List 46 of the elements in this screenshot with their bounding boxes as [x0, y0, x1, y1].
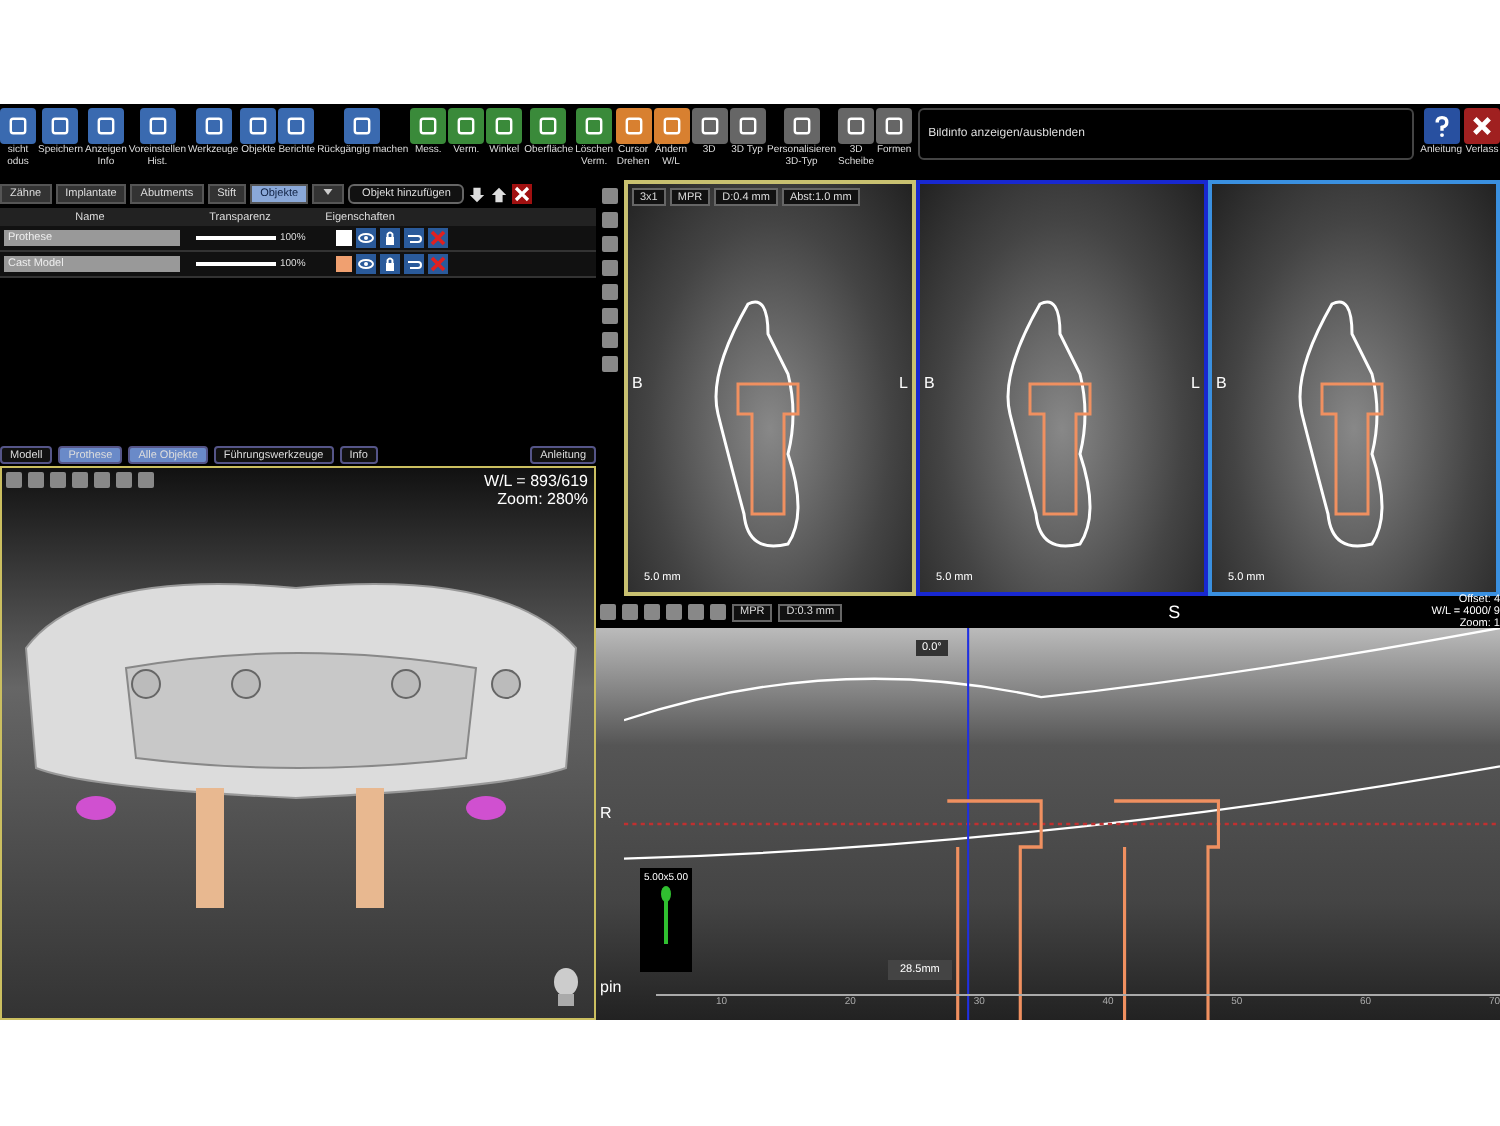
- arrow-down-icon[interactable]: [468, 185, 487, 203]
- tool-icon: [882, 114, 907, 138]
- dropdown-button[interactable]: [312, 184, 345, 204]
- orientation-label: B: [924, 374, 935, 392]
- head-orientation-icon[interactable]: [550, 966, 582, 1006]
- pin-icon: [660, 884, 672, 944]
- window-level-text: W/L = 893/619: [484, 472, 588, 490]
- eye-icon[interactable]: [356, 254, 376, 274]
- orientation-label: B: [1216, 374, 1227, 392]
- undo-icon[interactable]: [404, 228, 424, 248]
- tool-icon: [621, 114, 646, 138]
- undo-icon[interactable]: [404, 254, 424, 274]
- arrow-up-icon[interactable]: [490, 185, 509, 203]
- orientation-label: R: [600, 804, 612, 822]
- 3d-view[interactable]: W/L = 893/619 Zoom: 280%: [0, 466, 596, 1020]
- zoom-text: Zoom: 280%: [497, 490, 588, 508]
- tool-icon: [93, 114, 118, 138]
- tool-icon: [536, 114, 561, 138]
- tool-icon: [844, 114, 869, 138]
- tool-icon: [284, 114, 309, 138]
- orientation-label: L: [1191, 374, 1200, 392]
- tool-icon: [416, 114, 441, 138]
- lock-icon[interactable]: [380, 228, 400, 248]
- tool-icon: [350, 114, 375, 138]
- orientation-label: S: [1168, 602, 1181, 622]
- lock-icon[interactable]: [380, 254, 400, 274]
- tool-icon: [246, 114, 271, 138]
- tool-icon: [789, 114, 814, 138]
- tool-icon: [582, 114, 607, 138]
- corner-label: pin: [600, 978, 622, 996]
- tool-icon: [454, 114, 479, 138]
- tool-icon: [6, 114, 30, 138]
- color-swatch[interactable]: [336, 230, 352, 246]
- caret-icon: [322, 186, 335, 198]
- close-icon: [1470, 114, 1494, 138]
- orientation-label: L: [899, 374, 908, 392]
- tool-icon: [492, 114, 517, 138]
- orientation-label: B: [632, 374, 643, 392]
- tool-icon: [697, 114, 722, 138]
- tool-icon: [201, 114, 226, 138]
- tool-icon: [735, 114, 760, 138]
- tool-icon: [145, 114, 170, 138]
- color-swatch[interactable]: [336, 256, 352, 272]
- eye-icon[interactable]: [356, 228, 376, 248]
- tool-icon: [48, 114, 73, 138]
- tool-icon: [659, 114, 684, 138]
